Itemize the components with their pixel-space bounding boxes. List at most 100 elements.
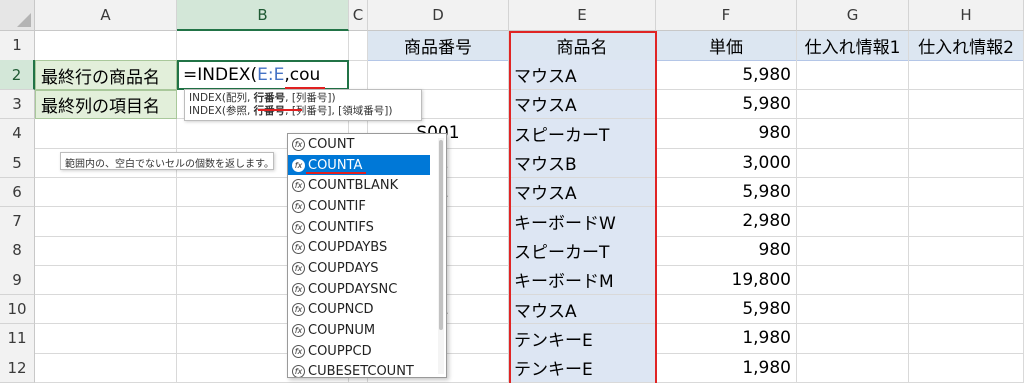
cell-h11[interactable]	[909, 324, 1024, 354]
row-header-4[interactable]: 4	[0, 118, 35, 149]
cell-h4[interactable]	[909, 118, 1024, 149]
cell-e7[interactable]: キーボードW	[509, 206, 656, 237]
cell-c2[interactable]	[349, 60, 368, 91]
cell-a11[interactable]	[35, 324, 177, 354]
cell-h2[interactable]	[909, 60, 1024, 91]
cell-e4[interactable]: スピーカーT	[509, 118, 656, 149]
cell-f7[interactable]: 2,980	[656, 206, 797, 237]
table-header-d[interactable]: 商品番号	[368, 31, 509, 61]
cell-h12[interactable]	[909, 353, 1024, 383]
autocomplete-item[interactable]: fx COUNTIFS	[288, 217, 430, 238]
cell-f10[interactable]: 5,980	[656, 294, 797, 325]
cell-g4[interactable]	[797, 118, 909, 149]
cell-e9[interactable]: キーボードM	[509, 265, 656, 296]
table-header-g[interactable]: 仕入れ情報1	[797, 31, 909, 61]
cell-g2[interactable]	[797, 60, 909, 91]
column-header-a[interactable]: A	[35, 0, 177, 31]
cell-a6[interactable]	[35, 177, 177, 208]
cell-g5[interactable]	[797, 148, 909, 178]
cell-e2[interactable]: マウスA	[509, 60, 656, 91]
cell-a12[interactable]	[35, 353, 177, 383]
cell-g3[interactable]	[797, 89, 909, 120]
autocomplete-item[interactable]: fx CUBESETCOUNT	[288, 362, 430, 377]
column-header-h[interactable]: H	[909, 0, 1024, 31]
cell-h8[interactable]	[909, 236, 1024, 266]
column-header-d[interactable]: D	[368, 0, 509, 31]
formula-editing-cell-b2[interactable]: =INDEX(E:E ,cou	[177, 60, 349, 91]
function-autocomplete-list[interactable]: fx COUNT fx COUNTA fx COUNTBLANK fx COUNTIF fx CO…	[287, 133, 447, 378]
cell-h3[interactable]	[909, 89, 1024, 120]
cell-a9[interactable]	[35, 265, 177, 296]
cell-g9[interactable]	[797, 265, 909, 296]
row-header-6[interactable]: 6	[0, 177, 35, 208]
cell-f2[interactable]: 5,980	[656, 60, 797, 91]
cell-f12[interactable]: 1,980	[656, 353, 797, 383]
row-header-3[interactable]: 3	[0, 89, 35, 120]
spreadsheet-grid[interactable]: A B C D E F G H 1 2 3 4 5 6 7 8 9 10 11 12 商品番号 商品名 単価 仕入れ情報1 仕入…	[0, 0, 1024, 383]
autocomplete-item[interactable]: fx COUNTIF	[288, 196, 430, 217]
cell-g11[interactable]	[797, 324, 909, 354]
cell-d2[interactable]	[368, 60, 509, 91]
column-header-e[interactable]: E	[509, 0, 656, 31]
row-header-8[interactable]: 8	[0, 236, 35, 266]
row-header-7[interactable]: 7	[0, 206, 35, 237]
autocomplete-item[interactable]: fx COUPPCD	[288, 341, 430, 362]
cell-h7[interactable]	[909, 206, 1024, 237]
row-header-5[interactable]: 5	[0, 148, 35, 178]
cell-c1[interactable]	[349, 31, 368, 61]
cell-h9[interactable]	[909, 265, 1024, 296]
cell-h6[interactable]	[909, 177, 1024, 208]
cell-f5[interactable]: 3,000	[656, 148, 797, 178]
cell-f3[interactable]: 5,980	[656, 89, 797, 120]
autocomplete-item[interactable]: fx COUPNUM	[288, 320, 430, 341]
autocomplete-item[interactable]: fx COUNTBLANK	[288, 175, 430, 196]
autocomplete-scrollbar-thumb[interactable]	[439, 140, 443, 330]
cell-h10[interactable]	[909, 294, 1024, 325]
cell-g7[interactable]	[797, 206, 909, 237]
cell-g10[interactable]	[797, 294, 909, 325]
cell-h5[interactable]	[909, 148, 1024, 178]
row-header-10[interactable]: 10	[0, 294, 35, 325]
cell-a8[interactable]	[35, 236, 177, 266]
column-header-c[interactable]: C	[349, 0, 368, 31]
row-header-9[interactable]: 9	[0, 265, 35, 296]
row-header-12[interactable]: 12	[0, 353, 35, 383]
column-header-b[interactable]: B	[177, 0, 349, 31]
syntax-line-2[interactable]: INDEX(参照, 行番号, [列番号], [領域番号])	[189, 105, 417, 118]
cell-e3[interactable]: マウスA	[509, 89, 656, 120]
cell-a7[interactable]	[35, 206, 177, 237]
cell-g12[interactable]	[797, 353, 909, 383]
column-header-g[interactable]: G	[797, 0, 909, 31]
cell-a4[interactable]	[35, 118, 177, 149]
cell-f9[interactable]: 19,800	[656, 265, 797, 296]
autocomplete-item[interactable]: fx COUPDAYSNC	[288, 279, 430, 300]
row-header-11[interactable]: 11	[0, 324, 35, 354]
cell-e8[interactable]: スピーカーT	[509, 236, 656, 266]
cell-g6[interactable]	[797, 177, 909, 208]
cell-e6[interactable]: マウスA	[509, 177, 656, 208]
cell-f8[interactable]: 980	[656, 236, 797, 266]
cell-e5[interactable]: マウスB	[509, 148, 656, 178]
table-header-e[interactable]: 商品名	[509, 31, 656, 61]
row-header-2[interactable]: 2	[0, 60, 35, 91]
select-all-corner[interactable]	[0, 0, 35, 31]
column-header-f[interactable]: F	[656, 0, 797, 31]
autocomplete-item[interactable]: fx COUPDAYBS	[288, 237, 430, 258]
autocomplete-item[interactable]: fx COUNT	[288, 134, 430, 155]
cell-f11[interactable]: 1,980	[656, 324, 797, 354]
cell-a10[interactable]	[35, 294, 177, 325]
syntax-line-1[interactable]: INDEX(配列, 行番号, [列番号])	[189, 92, 417, 105]
cell-g8[interactable]	[797, 236, 909, 266]
table-header-f[interactable]: 単価	[656, 31, 797, 61]
cell-e11[interactable]: テンキーE	[509, 324, 656, 354]
cell-e12[interactable]: テンキーE	[509, 353, 656, 383]
row-header-1[interactable]: 1	[0, 31, 35, 61]
autocomplete-item[interactable]: fx COUPDAYS	[288, 258, 430, 279]
cell-a1[interactable]	[35, 31, 177, 61]
table-header-h[interactable]: 仕入れ情報2	[909, 31, 1024, 61]
autocomplete-item[interactable]: fx COUPNCD	[288, 300, 430, 321]
cell-f6[interactable]: 5,980	[656, 177, 797, 208]
cell-e10[interactable]: マウスA	[509, 294, 656, 325]
cell-f4[interactable]: 980	[656, 118, 797, 149]
cell-b1[interactable]	[177, 31, 349, 61]
